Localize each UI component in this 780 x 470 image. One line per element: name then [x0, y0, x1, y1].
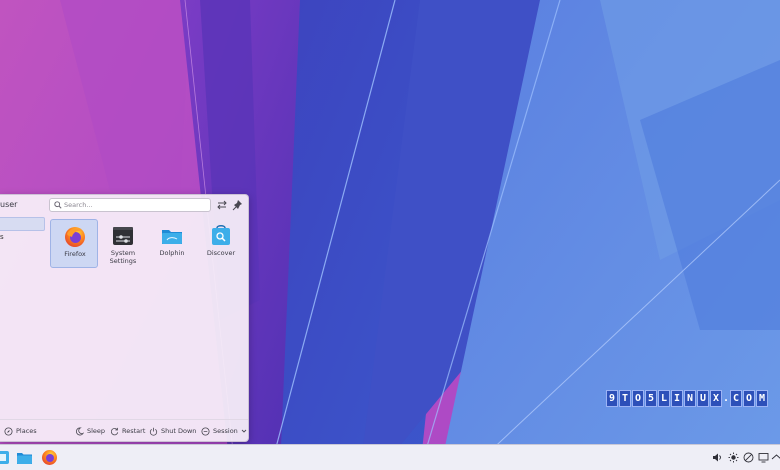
- app-tile-firefox[interactable]: Firefox: [50, 219, 98, 268]
- dolphin-folder-icon: [162, 230, 182, 244]
- pin-icon[interactable]: [232, 199, 244, 211]
- app-tile-system-settings[interactable]: System Settings: [99, 219, 147, 268]
- shutdown-button[interactable]: Shut Down: [149, 425, 196, 437]
- watermark-char: X: [710, 390, 722, 407]
- app-label: Firefox: [64, 250, 86, 258]
- watermark-char: U: [697, 390, 709, 407]
- launcher-sidebar: s: [0, 217, 46, 413]
- discover-icon: [212, 225, 230, 245]
- sleep-button[interactable]: Sleep: [75, 425, 105, 437]
- firefox-icon: [65, 227, 85, 247]
- firefox-icon[interactable]: [41, 449, 58, 466]
- power-icon: [149, 427, 158, 436]
- search-icon: [54, 201, 62, 209]
- volume-icon[interactable]: [712, 452, 723, 463]
- watermark-char: .: [723, 393, 730, 404]
- application-launcher-icon[interactable]: [0, 449, 11, 466]
- session-icon: [201, 426, 210, 436]
- watermark-char: M: [756, 390, 768, 407]
- app-label: Dolphin: [159, 249, 185, 257]
- chevron-up-icon[interactable]: [771, 452, 780, 463]
- switch-direction-icon[interactable]: [216, 199, 228, 211]
- watermark-char: I: [671, 390, 683, 407]
- watermark-char: 5: [645, 390, 657, 407]
- dolphin-folder-icon[interactable]: [16, 449, 33, 466]
- display-icon[interactable]: [758, 452, 769, 463]
- user-name[interactable]: user: [0, 200, 17, 209]
- restart-label: Restart: [122, 427, 146, 435]
- restart-button[interactable]: Restart: [110, 425, 145, 437]
- shutdown-label: Shut Down: [161, 427, 197, 435]
- app-label: System Settings: [109, 249, 137, 265]
- chevron-down-icon: [241, 429, 247, 433]
- compass-icon: [4, 426, 13, 436]
- app-tile-discover[interactable]: Discover: [197, 219, 245, 268]
- sleep-label: Sleep: [87, 427, 106, 435]
- restart-icon: [111, 427, 119, 435]
- places-button[interactable]: Places: [4, 425, 37, 437]
- watermark-char: O: [632, 390, 644, 407]
- session-label: Session: [213, 427, 238, 435]
- desktop[interactable]: user s: [0, 0, 780, 470]
- watermark-char: T: [619, 390, 631, 407]
- search-box[interactable]: [49, 198, 211, 212]
- app-tile-dolphin[interactable]: Dolphin: [148, 219, 196, 268]
- launcher-header: user: [0, 195, 248, 215]
- brightness-icon[interactable]: [728, 452, 739, 463]
- system-settings-icon: [113, 227, 133, 245]
- session-button[interactable]: Session: [201, 425, 247, 437]
- watermark-char: C: [730, 390, 742, 407]
- application-launcher: user s: [0, 194, 249, 442]
- moon-icon: [75, 426, 84, 435]
- watermark-char: O: [743, 390, 755, 407]
- network-icon[interactable]: [743, 452, 754, 463]
- app-label: Discover: [206, 249, 236, 257]
- watermark: 9 T O 5 L I N U X . C O M: [606, 390, 769, 407]
- sidebar-item-favorites[interactable]: [0, 217, 45, 231]
- places-label: Places: [16, 427, 37, 435]
- watermark-char: 9: [606, 390, 618, 407]
- launcher-footer: Places Sleep Restart Shut Down Session: [0, 419, 248, 441]
- watermark-char: L: [658, 390, 670, 407]
- search-input[interactable]: [64, 199, 208, 211]
- app-grid: Firefox System Settings Dolphin Discover: [48, 217, 246, 413]
- taskbar: [0, 444, 780, 470]
- sidebar-item-applications[interactable]: s: [0, 233, 4, 241]
- watermark-char: N: [684, 390, 696, 407]
